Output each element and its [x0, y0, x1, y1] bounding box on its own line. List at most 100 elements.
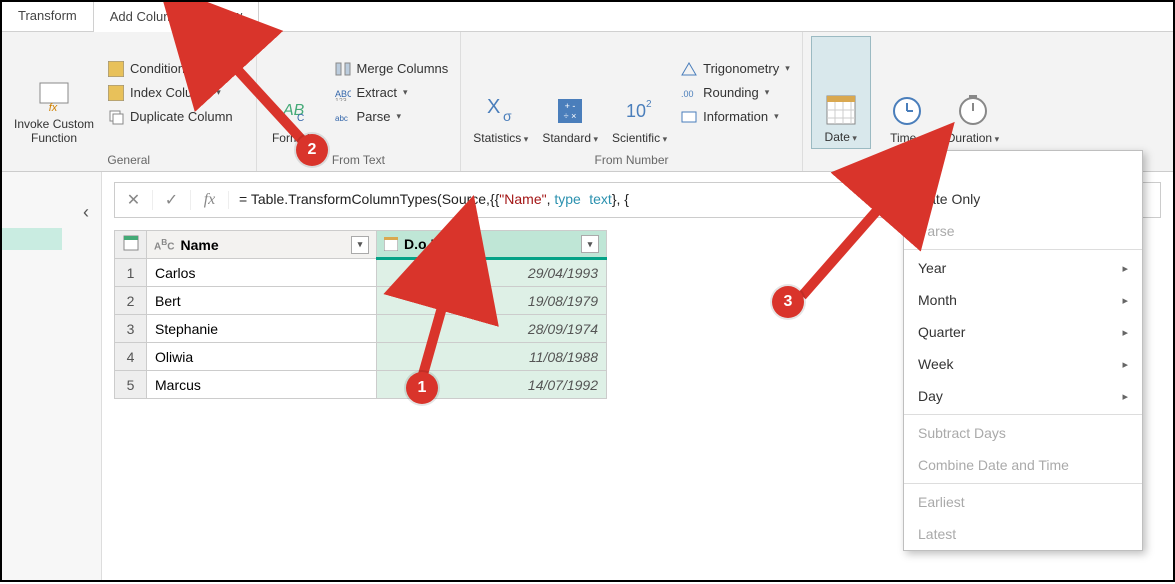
table-corner[interactable] [115, 231, 147, 259]
filter-dob-icon[interactable]: ▾ [581, 235, 599, 253]
svg-text:.00: .00 [681, 89, 694, 99]
row-number[interactable]: 3 [115, 315, 147, 343]
merge-columns-button[interactable]: Merge Columns [331, 59, 453, 79]
conditional-column-button[interactable]: Conditional Column [104, 59, 247, 79]
cell-dob[interactable]: 29/04/1993 [377, 259, 607, 287]
tab-view[interactable]: View [198, 2, 259, 31]
tab-strip: Transform Add Column View [2, 2, 1173, 32]
table-row[interactable]: 2Bert19/08/1979 [115, 287, 607, 315]
statistics-button[interactable]: Χσ Statistics [469, 36, 532, 149]
parse-icon: abc [335, 109, 351, 125]
rounding-button[interactable]: .00 Rounding [677, 83, 794, 103]
accept-formula-button[interactable]: ✓ [153, 190, 191, 210]
menu-earliest: Earliest [904, 486, 1142, 518]
merge-icon [335, 61, 351, 77]
cancel-formula-button[interactable]: ✕ [115, 190, 153, 210]
time-icon [891, 95, 923, 127]
collapse-caret-icon[interactable]: ‹ [83, 202, 89, 223]
menu-parse: Parse [904, 215, 1142, 247]
cell-name[interactable]: Bert [147, 287, 377, 315]
statistics-icon: Χσ [485, 95, 517, 127]
cell-name[interactable]: Marcus [147, 371, 377, 399]
table-icon [123, 235, 139, 251]
scientific-button[interactable]: 102 Scientific [608, 36, 671, 149]
group-label-general: General [10, 149, 248, 167]
svg-text:2: 2 [646, 99, 652, 110]
svg-text:C: C [297, 113, 304, 124]
cell-dob[interactable]: 11/08/1988 [377, 343, 607, 371]
svg-text:fx: fx [49, 102, 58, 113]
menu-quarter[interactable]: Quarter [904, 316, 1142, 348]
callout-1: 1 [406, 372, 438, 404]
svg-text:σ: σ [503, 108, 512, 124]
svg-text:+ -: + - [565, 101, 576, 111]
rounding-icon: .00 [681, 85, 697, 101]
standard-icon: + -÷ × [554, 95, 586, 127]
conditional-icon [108, 61, 124, 77]
table-row[interactable]: 5Marcus14/07/1992 [115, 371, 607, 399]
index-icon [108, 85, 124, 101]
preview-table: ABCName▾ D.o.B▾ 1Carlos29/04/19932Bert19… [114, 230, 607, 399]
menu-age[interactable]: Age [904, 151, 1142, 183]
fx-icon[interactable]: fx [191, 191, 229, 209]
parse-button[interactable]: abc Parse [331, 107, 453, 127]
time-button[interactable]: Time [877, 36, 937, 149]
function-icon: fx [38, 81, 70, 113]
column-header-name[interactable]: ABCName▾ [147, 231, 377, 259]
index-column-button[interactable]: Index Column [104, 83, 247, 103]
standard-button[interactable]: + -÷ × Standard [538, 36, 602, 149]
trigonometry-button[interactable]: Trigonometry [677, 59, 794, 79]
callout-2: 2 [296, 134, 328, 166]
row-number[interactable]: 1 [115, 259, 147, 287]
row-number[interactable]: 4 [115, 343, 147, 371]
menu-year[interactable]: Year [904, 252, 1142, 284]
duration-button[interactable]: Duration [943, 36, 1003, 149]
svg-text:10: 10 [626, 101, 646, 121]
row-number[interactable]: 2 [115, 287, 147, 315]
group-label-from-text: From Text [265, 149, 453, 167]
svg-text:Χ: Χ [487, 96, 500, 118]
format-button[interactable]: ABC Format [265, 36, 325, 149]
queries-pane[interactable]: ‹ [2, 172, 102, 580]
row-number[interactable]: 5 [115, 371, 147, 399]
duplicate-icon [108, 109, 124, 125]
cell-name[interactable]: Carlos [147, 259, 377, 287]
cell-dob[interactable]: 19/08/1979 [377, 287, 607, 315]
information-button[interactable]: Information [677, 107, 794, 127]
svg-text:123: 123 [335, 98, 347, 101]
svg-text:abc: abc [335, 114, 348, 123]
tab-add-column[interactable]: Add Column [94, 3, 199, 32]
svg-text:÷ ×: ÷ × [564, 111, 577, 121]
menu-latest: Latest [904, 518, 1142, 550]
table-row[interactable]: 1Carlos29/04/1993 [115, 259, 607, 287]
table-row[interactable]: 4Oliwia11/08/1988 [115, 343, 607, 371]
menu-month[interactable]: Month [904, 284, 1142, 316]
menu-combine: Combine Date and Time [904, 449, 1142, 481]
tab-transform[interactable]: Transform [2, 2, 94, 31]
date-type-icon [384, 237, 398, 251]
date-button[interactable]: Date [811, 36, 871, 149]
callout-3: 3 [772, 286, 804, 318]
filter-name-icon[interactable]: ▾ [351, 236, 369, 254]
scientific-icon: 102 [624, 95, 656, 127]
format-icon: ABC [279, 95, 311, 127]
invoke-custom-function-button[interactable]: fx Invoke Custom Function [10, 36, 98, 149]
duration-icon [957, 95, 989, 127]
menu-date-only[interactable]: Date Only [904, 183, 1142, 215]
column-header-dob[interactable]: D.o.B▾ [377, 231, 607, 259]
menu-day[interactable]: Day [904, 380, 1142, 412]
cell-name[interactable]: Oliwia [147, 343, 377, 371]
menu-week[interactable]: Week [904, 348, 1142, 380]
table-row[interactable]: 3Stephanie28/09/1974 [115, 315, 607, 343]
cell-name[interactable]: Stephanie [147, 315, 377, 343]
extract-icon: ABC123 [335, 85, 351, 101]
menu-subtract-days: Subtract Days [904, 417, 1142, 449]
info-icon [681, 109, 697, 125]
selected-query[interactable] [2, 228, 62, 250]
date-icon [825, 94, 857, 126]
extract-button[interactable]: ABC123 Extract [331, 83, 453, 103]
date-dropdown-menu: Age Date Only Parse Year Month Quarter W… [903, 150, 1143, 551]
trig-icon [681, 61, 697, 77]
cell-dob[interactable]: 28/09/1974 [377, 315, 607, 343]
duplicate-column-button[interactable]: Duplicate Column [104, 107, 247, 127]
